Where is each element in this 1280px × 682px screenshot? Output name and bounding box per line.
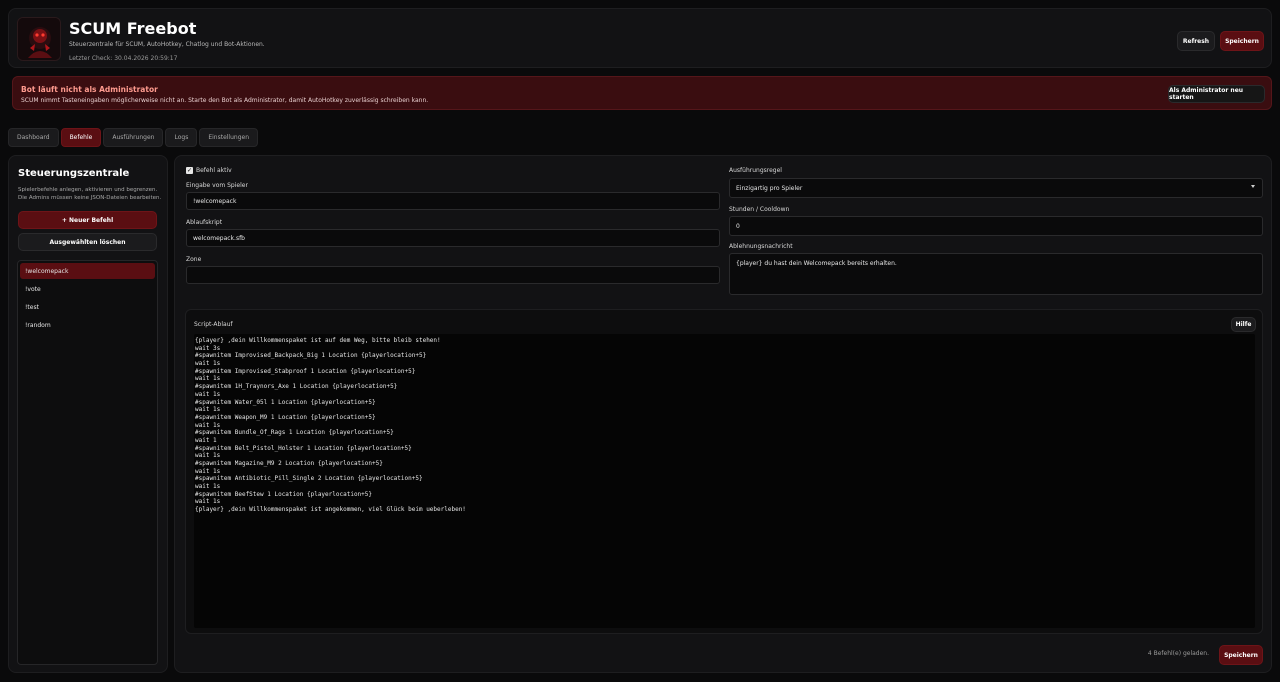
command-list: !welcomepack !vote !test !random — [17, 260, 158, 665]
footer-save-button[interactable]: Speichern — [1219, 645, 1263, 665]
app-subtitle: Steuerzentrale für SCUM, AutoHotkey, Cha… — [69, 41, 265, 48]
commands-sidebar: Steuerungszentrale Spielerbefehle anlege… — [8, 155, 168, 673]
tab-einstellungen[interactable]: Einstellungen — [199, 128, 259, 147]
tab-logs[interactable]: Logs — [165, 128, 198, 147]
delete-selected-button[interactable]: Ausgewählten löschen — [18, 233, 157, 251]
rule-label: Ausführungsregel — [729, 167, 782, 174]
chevron-down-icon — [1251, 185, 1255, 188]
new-command-button[interactable]: + Neuer Befehl — [18, 211, 157, 229]
zone-field[interactable] — [186, 266, 720, 284]
script-label: Ablaufskript — [186, 219, 223, 226]
main-tabs: Dashboard Befehle Ausführungen Logs Eins… — [8, 128, 259, 147]
restart-as-admin-button[interactable]: Als Administrator neu starten — [1168, 85, 1265, 103]
active-checkbox[interactable]: ✓ — [186, 167, 193, 174]
execution-rule-select[interactable]: Einzigartig pro Spieler — [729, 178, 1263, 198]
zone-label: Zone — [186, 256, 202, 263]
execution-rule-value: Einzigartig pro Spieler — [736, 184, 803, 192]
tab-dashboard[interactable]: Dashboard — [8, 128, 59, 147]
alert-title: Bot läuft nicht als Administrator — [21, 85, 158, 94]
refresh-button[interactable]: Refresh — [1177, 31, 1215, 51]
reject-label: Ablehnungsnachricht — [729, 243, 793, 250]
help-button[interactable]: Hilfe — [1231, 317, 1256, 332]
sidebar-description: Spielerbefehle anlegen, aktivieren und b… — [18, 187, 162, 201]
command-item-test[interactable]: !test — [20, 299, 155, 315]
reject-message-field[interactable]: {player} du hast dein Welcomepack bereit… — [729, 253, 1263, 295]
player-input-field[interactable]: !welcomepack — [186, 192, 720, 210]
command-item-welcomepack[interactable]: !welcomepack — [20, 263, 155, 279]
sidebar-title: Steuerungszentrale — [18, 168, 130, 179]
last-check-timestamp: Letzter Check: 30.04.2026 20:59:17 — [69, 55, 178, 62]
header-save-button[interactable]: Speichern — [1220, 31, 1264, 51]
tab-befehle[interactable]: Befehle — [60, 128, 102, 147]
cooldown-label: Stunden / Cooldown — [729, 206, 790, 213]
script-file-field[interactable]: welcomepack.sfb — [186, 229, 720, 247]
cooldown-field[interactable]: 0 — [729, 216, 1263, 236]
command-editor: ✓ Befehl aktiv Eingabe vom Spieler !welc… — [174, 155, 1272, 673]
script-editor[interactable]: {player} ,dein Willkommenspaket ist auf … — [194, 334, 1255, 628]
app-header: SCUM Freebot Steuerzentrale für SCUM, Au… — [8, 8, 1272, 68]
command-item-vote[interactable]: !vote — [20, 281, 155, 297]
input-label: Eingabe vom Spieler — [186, 182, 248, 189]
script-panel: Script-Ablauf Hilfe {player} ,dein Willk… — [185, 309, 1263, 634]
script-panel-label: Script-Ablauf — [194, 321, 233, 328]
app-logo — [17, 17, 61, 61]
admin-warning-alert: Bot läuft nicht als Administrator SCUM n… — [12, 76, 1272, 110]
tab-ausfuehrungen[interactable]: Ausführungen — [103, 128, 164, 147]
app-title: SCUM Freebot — [69, 19, 197, 38]
active-label: Befehl aktiv — [196, 167, 232, 174]
status-text: 4 Befehl(e) geladen. — [1147, 650, 1209, 657]
command-item-random[interactable]: !random — [20, 317, 155, 333]
alert-text: SCUM nimmt Tasteneingaben möglicherweise… — [21, 97, 429, 104]
